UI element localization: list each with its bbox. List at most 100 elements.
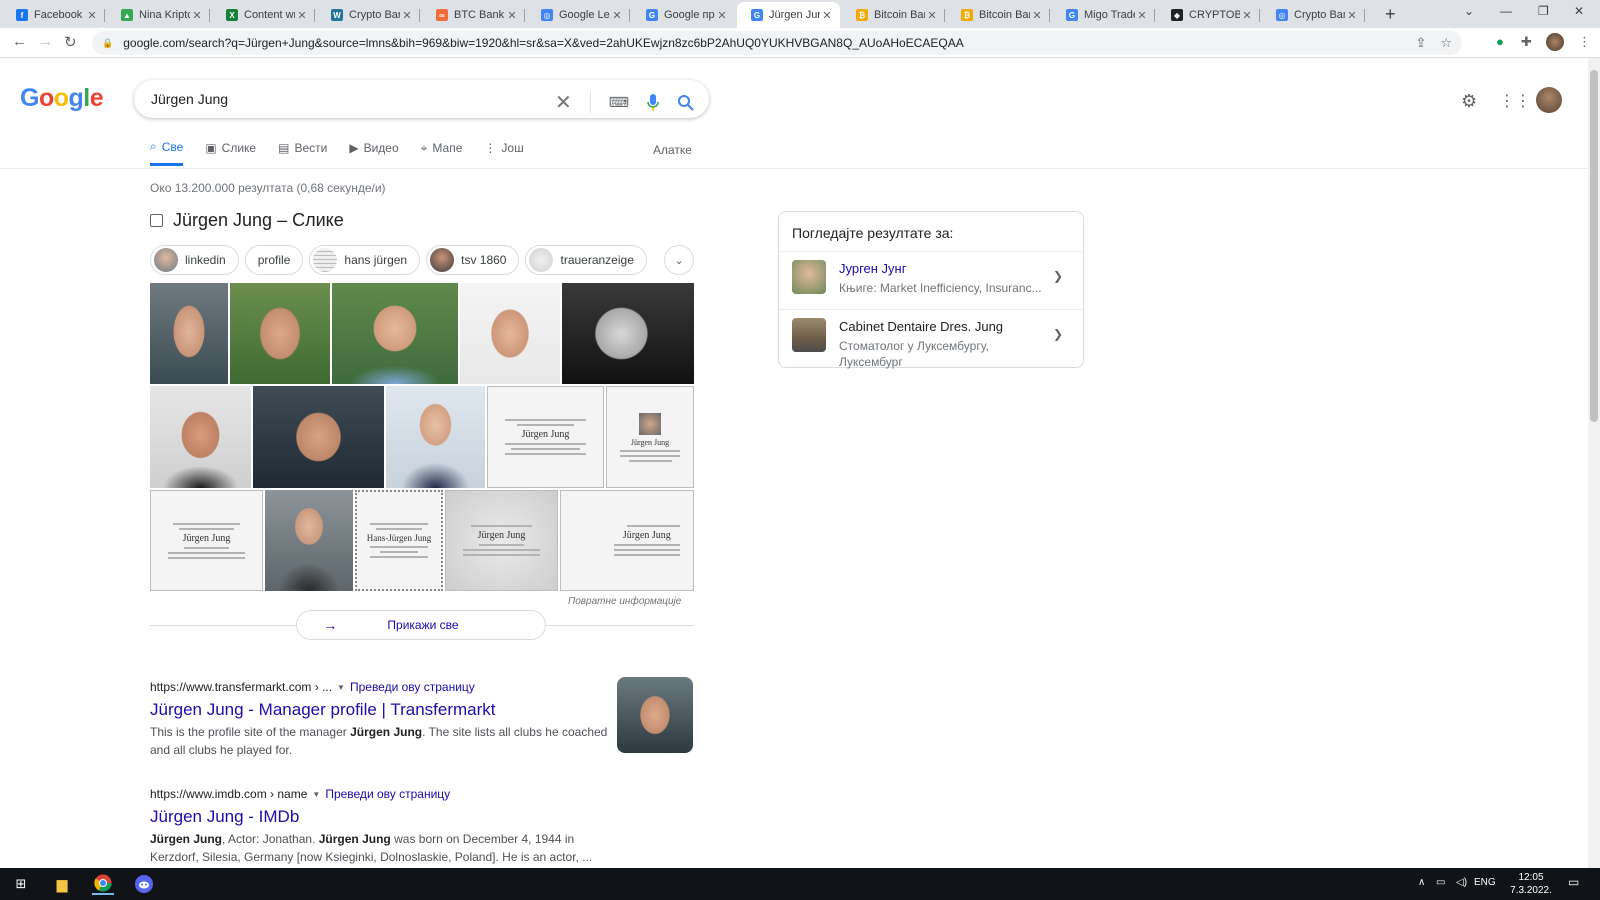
grammarly-extension-icon[interactable]: ● bbox=[1496, 34, 1504, 49]
image-result-obituary[interactable]: Jürgen Jung bbox=[150, 490, 263, 591]
back-button[interactable]: ← bbox=[12, 33, 27, 50]
image-result-obituary[interactable]: Jürgen Jung bbox=[606, 386, 694, 488]
tab-maps[interactable]: ⌖ Мапе bbox=[421, 138, 463, 166]
result-thumbnail[interactable] bbox=[617, 677, 693, 753]
keyboard-icon[interactable]: ⌨ bbox=[609, 94, 629, 111]
microphone-icon[interactable] bbox=[647, 93, 659, 112]
chip-profile[interactable]: profile bbox=[244, 245, 304, 275]
tab-close-icon[interactable]: ✕ bbox=[295, 9, 309, 22]
chip-traueranzeige[interactable]: traueranzeige bbox=[525, 245, 647, 275]
minimize-button[interactable]: — bbox=[1500, 4, 1512, 18]
tab-images[interactable]: ▣ Слике bbox=[205, 138, 256, 166]
page-scrollbar[interactable] bbox=[1588, 58, 1600, 868]
browser-tab[interactable]: ₿ Bitcoin Ban ✕ bbox=[947, 2, 1050, 28]
file-explorer-icon[interactable]: ▆ bbox=[51, 873, 73, 895]
profile-avatar[interactable] bbox=[1546, 33, 1564, 51]
network-icon[interactable]: ▭ bbox=[1436, 877, 1445, 888]
tab-close-icon[interactable]: ✕ bbox=[925, 9, 939, 22]
image-result-obituary[interactable]: Jürgen Jung bbox=[487, 386, 604, 488]
google-logo[interactable]: Google bbox=[20, 84, 104, 113]
tab-close-icon[interactable]: ✕ bbox=[715, 9, 729, 22]
browser-tab[interactable]: f Facebook ✕ bbox=[2, 2, 105, 28]
tab-close-icon[interactable]: ✕ bbox=[505, 9, 519, 22]
tab-close-icon[interactable]: ✕ bbox=[190, 9, 204, 22]
translate-link[interactable]: Преведи ову страницу bbox=[350, 680, 475, 694]
tab-close-icon[interactable]: ✕ bbox=[1135, 9, 1149, 22]
browser-tab[interactable]: X Content wri ✕ bbox=[212, 2, 315, 28]
image-result[interactable] bbox=[230, 283, 330, 384]
image-result[interactable] bbox=[332, 283, 458, 384]
image-result[interactable] bbox=[150, 386, 251, 488]
chip-linkedin[interactable]: linkedin bbox=[150, 245, 239, 275]
tab-search-icon[interactable]: ⌄ bbox=[1464, 4, 1474, 18]
tab-close-icon[interactable]: ✕ bbox=[1030, 9, 1044, 22]
maximize-button[interactable]: ❐ bbox=[1538, 4, 1549, 18]
chip-hans-jurgen[interactable]: hans jürgen bbox=[309, 245, 421, 275]
browser-tab[interactable]: ◎ Crypto Bank✕ bbox=[1262, 2, 1365, 28]
browser-tab[interactable]: ◎ Google Len✕ bbox=[527, 2, 630, 28]
image-result-obituary[interactable]: Hans-Jürgen Jung bbox=[355, 490, 443, 591]
language-indicator[interactable]: ENG bbox=[1474, 877, 1496, 888]
windows-start-icon[interactable]: ⊞ bbox=[10, 873, 32, 895]
tab-videos[interactable]: ▶ Видео bbox=[349, 138, 398, 166]
extensions-puzzle-icon[interactable]: ✚ bbox=[1521, 34, 1532, 50]
discord-icon[interactable] bbox=[133, 873, 155, 895]
dropdown-caret-icon[interactable]: ▼ bbox=[337, 683, 345, 692]
clear-icon[interactable]: ✕ bbox=[555, 90, 572, 115]
address-bar[interactable]: 🔒 google.com/search?q=Jürgen+Jung&source… bbox=[92, 31, 1462, 55]
forward-button[interactable]: → bbox=[38, 33, 53, 50]
tab-news[interactable]: ▤ Вести bbox=[278, 138, 327, 166]
volume-icon[interactable]: ◁) bbox=[1456, 877, 1467, 888]
tab-close-icon[interactable]: ✕ bbox=[400, 9, 414, 22]
clock[interactable]: 12:05 7.3.2022. bbox=[1506, 871, 1556, 897]
image-result[interactable] bbox=[386, 386, 485, 488]
browser-tab[interactable]: G Google пре✕ bbox=[632, 2, 735, 28]
reload-button[interactable]: ↻ bbox=[64, 33, 77, 51]
image-result-obituary[interactable]: Jürgen Jung bbox=[445, 490, 558, 591]
panel-item[interactable]: Јурген Јунг Књиге: Market Inefficiency, … bbox=[779, 252, 1083, 310]
browser-tab[interactable]: ◆ CRYPTOBAN✕ bbox=[1157, 2, 1260, 28]
result-title-link[interactable]: Jürgen Jung - IMDb bbox=[150, 807, 620, 827]
tab-close-icon[interactable]: ✕ bbox=[1345, 9, 1359, 22]
show-all-images-button[interactable]: → Прикажи све bbox=[296, 610, 546, 640]
image-result[interactable] bbox=[460, 283, 560, 384]
browser-tab[interactable]: G Migo Trade ✕ bbox=[1052, 2, 1155, 28]
expand-chips-chevron-icon[interactable]: ⌄ bbox=[664, 245, 694, 275]
chrome-icon[interactable] bbox=[92, 873, 114, 895]
browser-menu-icon[interactable]: ⋮ bbox=[1578, 34, 1591, 50]
tab-close-icon[interactable]: ✕ bbox=[85, 9, 99, 22]
panel-item[interactable]: Cabinet Dentaire Dres. Jung Стоматолог у… bbox=[779, 310, 1083, 369]
scrollbar-thumb[interactable] bbox=[1590, 70, 1598, 422]
translate-link[interactable]: Преведи ову страницу bbox=[325, 787, 450, 801]
bookmark-star-icon[interactable]: ☆ bbox=[1440, 35, 1452, 51]
image-result[interactable] bbox=[150, 283, 228, 384]
image-result[interactable] bbox=[265, 490, 353, 591]
image-result[interactable] bbox=[253, 386, 384, 488]
browser-tab[interactable]: ₿ Bitcoin Ban ✕ bbox=[842, 2, 945, 28]
images-section-title[interactable]: Jürgen Jung – Слике bbox=[150, 210, 344, 231]
browser-tab[interactable]: G Jürgen Jung✕ bbox=[737, 2, 840, 28]
notifications-icon[interactable]: ▭ bbox=[1568, 875, 1579, 889]
tab-more[interactable]: ⋮ Још bbox=[484, 138, 523, 166]
browser-tab[interactable]: W Crypto Bank✕ bbox=[317, 2, 420, 28]
browser-tab[interactable]: ∞ BTC Bank ✕ bbox=[422, 2, 525, 28]
tools-button[interactable]: Алатке bbox=[653, 143, 692, 157]
tab-close-icon[interactable]: ✕ bbox=[820, 9, 834, 22]
new-tab-button[interactable]: + bbox=[1385, 4, 1396, 25]
tab-close-icon[interactable]: ✕ bbox=[1240, 9, 1254, 22]
close-window-button[interactable]: ✕ bbox=[1574, 4, 1584, 18]
result-title-link[interactable]: Jürgen Jung - Manager profile | Transfer… bbox=[150, 700, 620, 720]
search-icon[interactable] bbox=[677, 94, 695, 112]
settings-gear-icon[interactable]: ⚙ bbox=[1461, 91, 1477, 112]
image-result[interactable] bbox=[562, 283, 694, 384]
tab-all[interactable]: ⌕ Све bbox=[150, 138, 184, 166]
feedback-link[interactable]: Повратне информације bbox=[568, 596, 681, 607]
search-input[interactable]: Jürgen Jung ✕ ⌨ bbox=[134, 80, 709, 118]
share-icon[interactable]: ⇪ bbox=[1415, 35, 1426, 51]
tab-close-icon[interactable]: ✕ bbox=[610, 9, 624, 22]
account-avatar[interactable] bbox=[1536, 87, 1562, 113]
image-result-obituary[interactable]: Jürgen Jung bbox=[560, 490, 694, 591]
chip-tsv-1860[interactable]: tsv 1860 bbox=[426, 245, 520, 275]
tray-expand-icon[interactable]: ∧ bbox=[1418, 877, 1425, 888]
browser-tab[interactable]: ▲ Nina Kripto ✕ bbox=[107, 2, 210, 28]
